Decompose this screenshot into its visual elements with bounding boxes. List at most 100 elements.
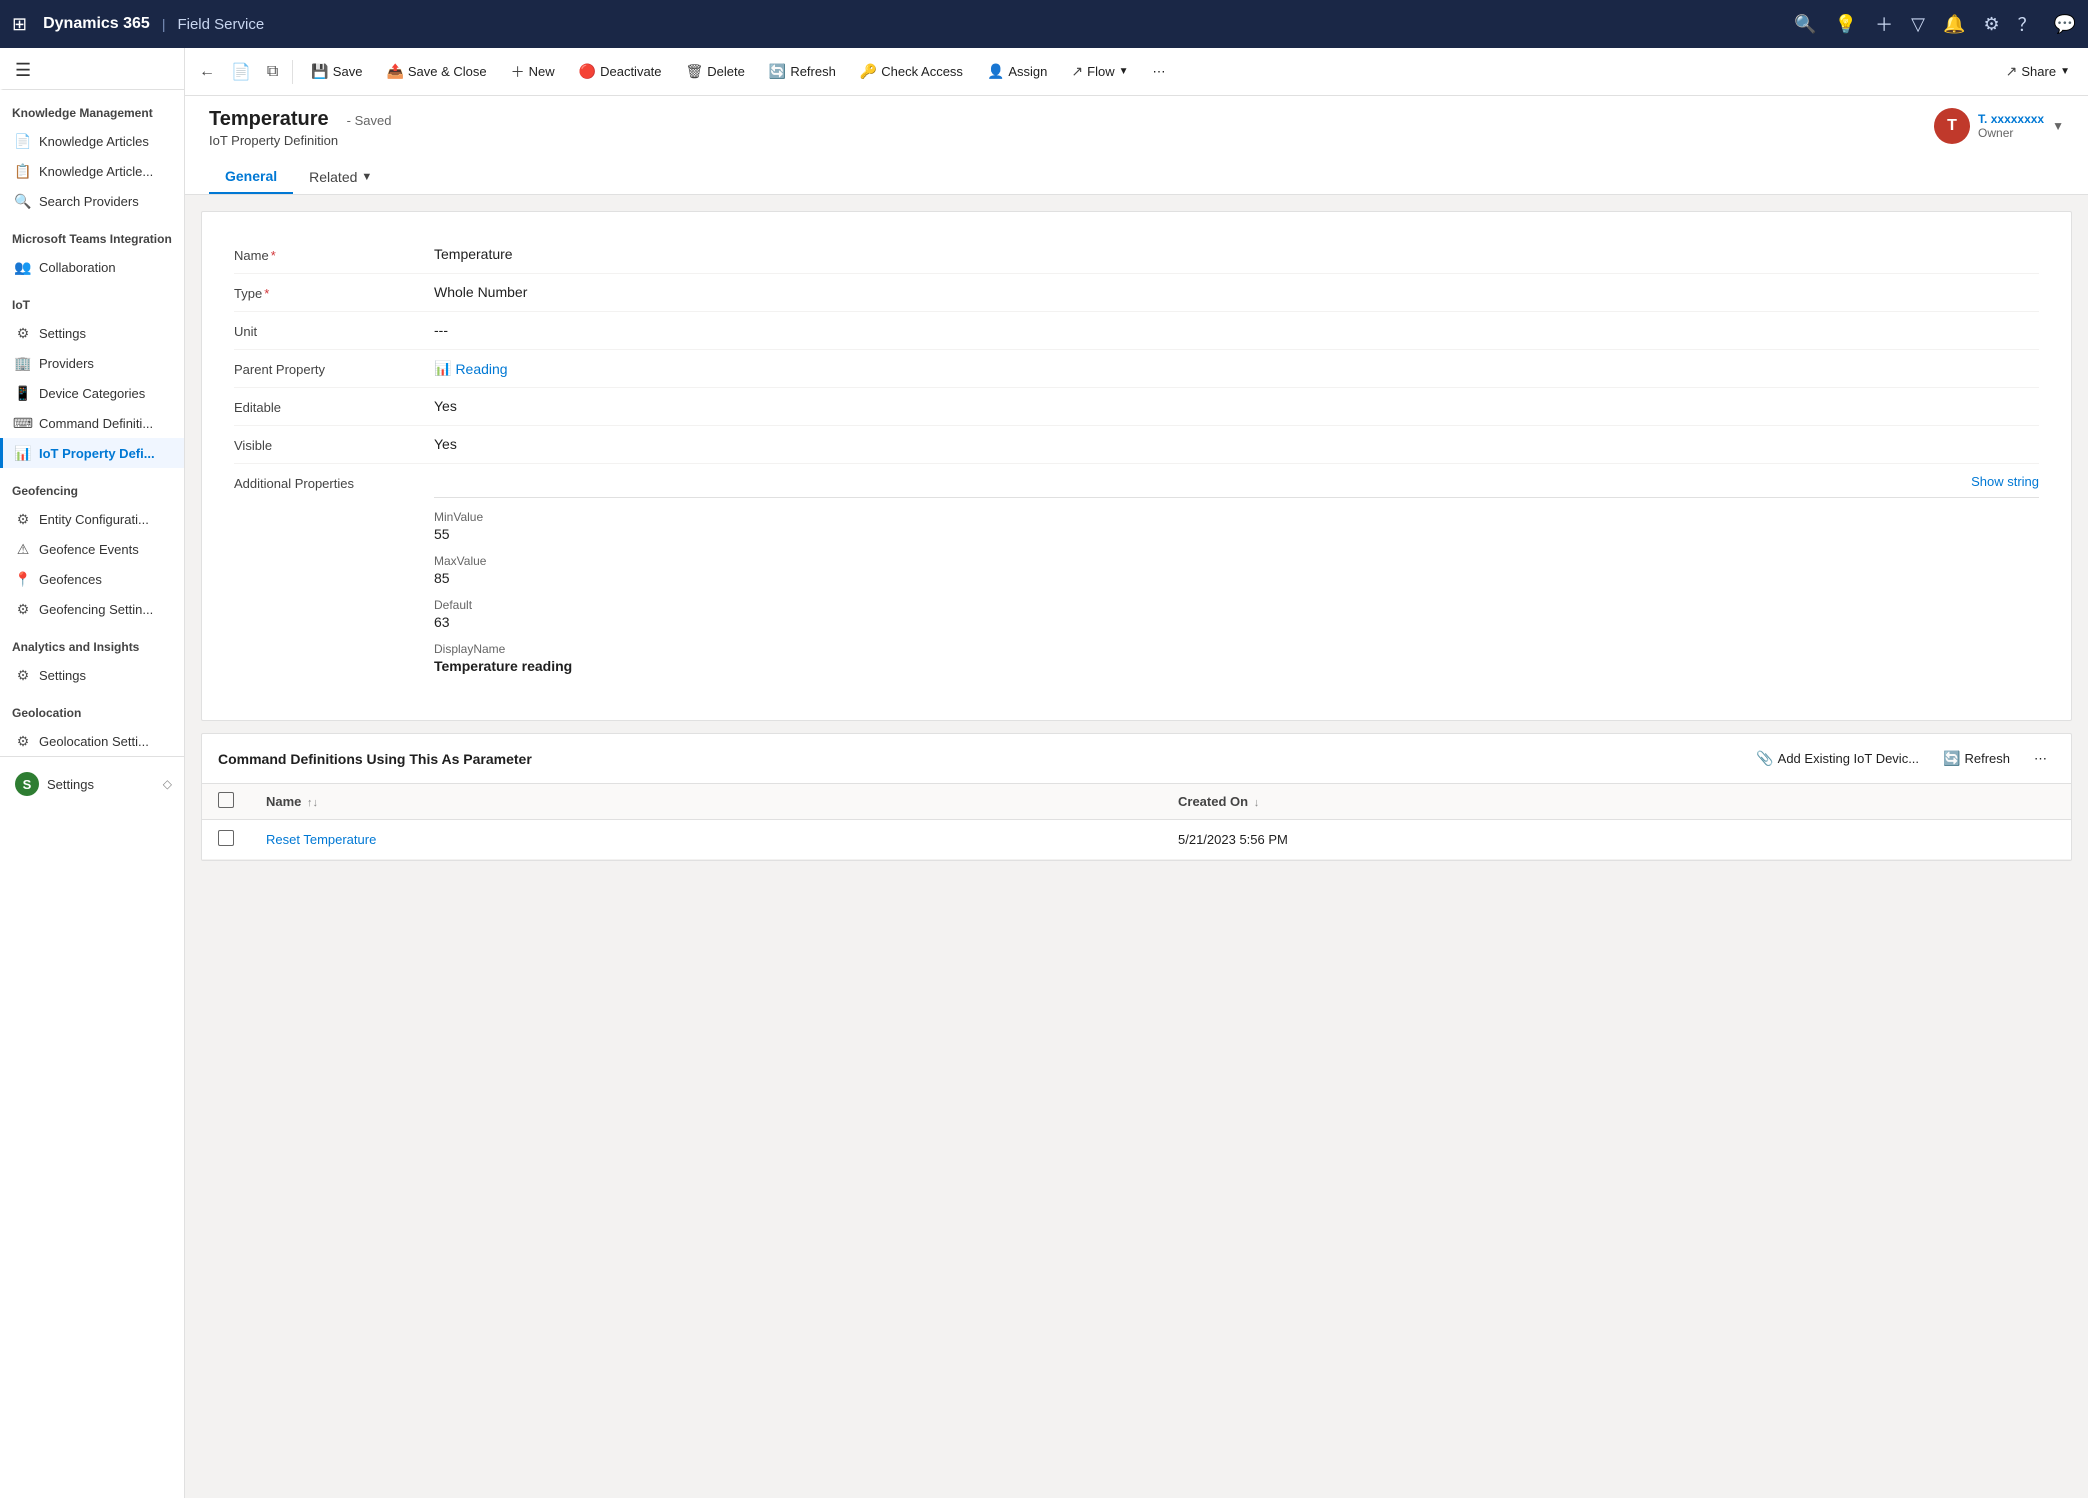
show-string-button[interactable]: Show string <box>1971 474 2039 489</box>
delete-button[interactable]: 🗑 Delete <box>676 57 755 86</box>
chat-icon[interactable]: 💬 <box>2054 14 2076 35</box>
subgrid-table: Name ↑↓ Created On ↓ <box>202 784 2071 860</box>
sidebar-item-geolocation-settings[interactable]: ⚙ Geolocation Setti... <box>0 726 184 756</box>
deactivate-icon: 🔴 <box>579 63 596 80</box>
back-button[interactable]: ← <box>193 59 221 85</box>
subgrid-thead: Name ↑↓ Created On ↓ <box>202 784 2071 820</box>
sidebar-item-geofencing-settings[interactable]: ⚙ Geofencing Settin... <box>0 594 184 624</box>
form-value-additional-properties: Show string MinValue 55 MaxValue 85 <box>434 474 2039 686</box>
add-existing-button[interactable]: 📎 Add Existing IoT Devic... <box>1748 746 1927 771</box>
owner-dropdown-icon[interactable]: ▼ <box>2052 119 2064 133</box>
required-indicator: * <box>271 248 276 263</box>
sidebar-item-entity-configuration[interactable]: ⚙ Entity Configurati... <box>0 504 184 534</box>
assign-button[interactable]: 👤 Assign <box>977 57 1057 86</box>
sidebar-item-analytics-settings[interactable]: ⚙ Settings <box>0 660 184 690</box>
settings-avatar: S <box>15 772 39 796</box>
sidebar-item-knowledge-articles[interactable]: 📄 Knowledge Articles <box>0 126 184 156</box>
form-row-editable: Editable Yes <box>234 388 2039 426</box>
separator-1 <box>292 60 293 84</box>
sidebar-item-iot-settings[interactable]: ⚙ Settings <box>0 318 184 348</box>
sidebar-item-label: Knowledge Articles <box>39 134 149 149</box>
help-icon[interactable]: ？ <box>2018 11 2036 37</box>
assign-label: Assign <box>1008 64 1047 79</box>
knowledge-articles-2-icon: 📋 <box>15 163 31 179</box>
refresh-button[interactable]: 🔄 Refresh <box>759 57 846 86</box>
form-value-visible[interactable]: Yes <box>434 436 2039 452</box>
new-label: New <box>529 64 555 79</box>
form-value-name[interactable]: Temperature <box>434 246 2039 262</box>
form-row-visible: Visible Yes <box>234 426 2039 464</box>
sidebar-bottom-label: Settings <box>47 777 94 792</box>
row-name-cell[interactable]: Reset Temperature <box>250 820 1162 860</box>
flow-label: Flow <box>1087 64 1114 79</box>
subgrid-refresh-button[interactable]: 🔄 Refresh <box>1935 746 2018 771</box>
form-value-unit[interactable]: --- <box>434 322 2039 338</box>
subgrid-more-button[interactable]: ⋯ <box>2026 747 2055 771</box>
sidebar-item-command-definitions[interactable]: ⌨ Command Definiti... <box>0 408 184 438</box>
owner-avatar: T <box>1934 108 1970 144</box>
additional-props: MinValue 55 MaxValue 85 Default 63 <box>434 510 2039 674</box>
delete-icon: 🗑 <box>686 63 704 80</box>
record-subtitle: IoT Property Definition <box>209 133 391 148</box>
prop-value-minvalue: 55 <box>434 526 2039 542</box>
form-value-editable[interactable]: Yes <box>434 398 2039 414</box>
subgrid-col-name[interactable]: Name ↑↓ <box>250 784 1162 820</box>
record-page-icon[interactable]: 📄 <box>225 58 257 86</box>
plus-icon[interactable]: ＋ <box>1875 11 1893 37</box>
waffle-icon[interactable]: ⊞ <box>12 14 27 35</box>
more-button[interactable]: ⋯ <box>1143 58 1176 86</box>
sidebar-bottom: S Settings ◇ <box>0 756 184 811</box>
sidebar-section-header-iot: IoT <box>0 282 184 318</box>
sidebar-item-device-categories[interactable]: 📱 Device Categories <box>0 378 184 408</box>
subgrid-actions: 📎 Add Existing IoT Devic... 🔄 Refresh ⋯ <box>1748 746 2055 771</box>
tab-general[interactable]: General <box>209 160 293 194</box>
prop-label-default: Default <box>434 598 2039 612</box>
split-icon[interactable]: ⧉ <box>261 59 284 85</box>
prop-value-displayname: Temperature reading <box>434 658 2039 674</box>
sidebar-item-knowledge-articles-2[interactable]: 📋 Knowledge Article... <box>0 156 184 186</box>
prop-value-maxvalue: 85 <box>434 570 2039 586</box>
owner-name[interactable]: T. xxxxxxxx <box>1978 112 2044 126</box>
sidebar-item-label: Knowledge Article... <box>39 164 153 179</box>
row-checkbox[interactable] <box>218 830 234 846</box>
sidebar-item-search-providers[interactable]: 🔍 Search Providers <box>0 186 184 216</box>
subgrid-col-created-on[interactable]: Created On ↓ <box>1162 784 2071 820</box>
bell-icon[interactable]: 🔔 <box>1943 14 1965 35</box>
geofencing-settings-icon: ⚙ <box>15 601 31 617</box>
deactivate-button[interactable]: 🔴 Deactivate <box>569 57 672 86</box>
sidebar-menu-toggle[interactable]: ☰ <box>0 48 184 90</box>
sidebar-item-providers[interactable]: 🏢 Providers <box>0 348 184 378</box>
save-close-button[interactable]: 📤 Save & Close <box>376 57 496 86</box>
sidebar-section-geofencing: Geofencing ⚙ Entity Configurati... ⚠ Geo… <box>0 468 184 624</box>
tab-related-chevron-icon: ▼ <box>361 171 372 183</box>
flow-button[interactable]: ↗ Flow ▼ <box>1061 57 1138 86</box>
search-icon[interactable]: 🔍 <box>1794 14 1816 35</box>
save-button[interactable]: 💾 Save <box>301 57 372 86</box>
lightbulb-icon[interactable]: 💡 <box>1835 14 1857 35</box>
share-button[interactable]: ↗ Share ▼ <box>1996 57 2080 86</box>
gear-icon[interactable]: ⚙ <box>1983 14 1999 35</box>
general-form-card: Name* Temperature Type* Whole Number Uni… <box>201 211 2072 721</box>
sidebar-item-iot-property-def[interactable]: 📊 IoT Property Defi... <box>0 438 184 468</box>
top-nav-icons: 🔍 💡 ＋ ▽ 🔔 ⚙ ？ 💬 <box>1794 11 2076 37</box>
form-value-parent-property[interactable]: 📊 Reading <box>434 360 2039 377</box>
cmd-right: ↗ Share ▼ <box>1996 57 2080 86</box>
prop-label-maxvalue: MaxValue <box>434 554 2039 568</box>
tab-related[interactable]: Related ▼ <box>293 161 388 193</box>
select-all-checkbox[interactable] <box>218 792 234 808</box>
sidebar-item-geofence-events[interactable]: ⚠ Geofence Events <box>0 534 184 564</box>
filter-icon[interactable]: ▽ <box>1911 14 1925 35</box>
sidebar-item-collaboration[interactable]: 👥 Collaboration <box>0 252 184 282</box>
parent-property-link[interactable]: Reading <box>455 361 507 377</box>
new-button[interactable]: ＋ New <box>501 56 565 88</box>
share-label: Share <box>2021 64 2056 79</box>
sidebar-item-label: Collaboration <box>39 260 116 275</box>
sidebar-item-settings-bottom[interactable]: S Settings ◇ <box>0 765 184 803</box>
collaboration-icon: 👥 <box>15 259 31 275</box>
form-row-unit: Unit --- <box>234 312 2039 350</box>
sidebar-item-geofences[interactable]: 📍 Geofences <box>0 564 184 594</box>
refresh-icon: 🔄 <box>769 63 786 80</box>
form-value-type[interactable]: Whole Number <box>434 284 2039 300</box>
owner-label: Owner <box>1978 126 2044 140</box>
check-access-button[interactable]: 🔑 Check Access <box>850 57 973 86</box>
